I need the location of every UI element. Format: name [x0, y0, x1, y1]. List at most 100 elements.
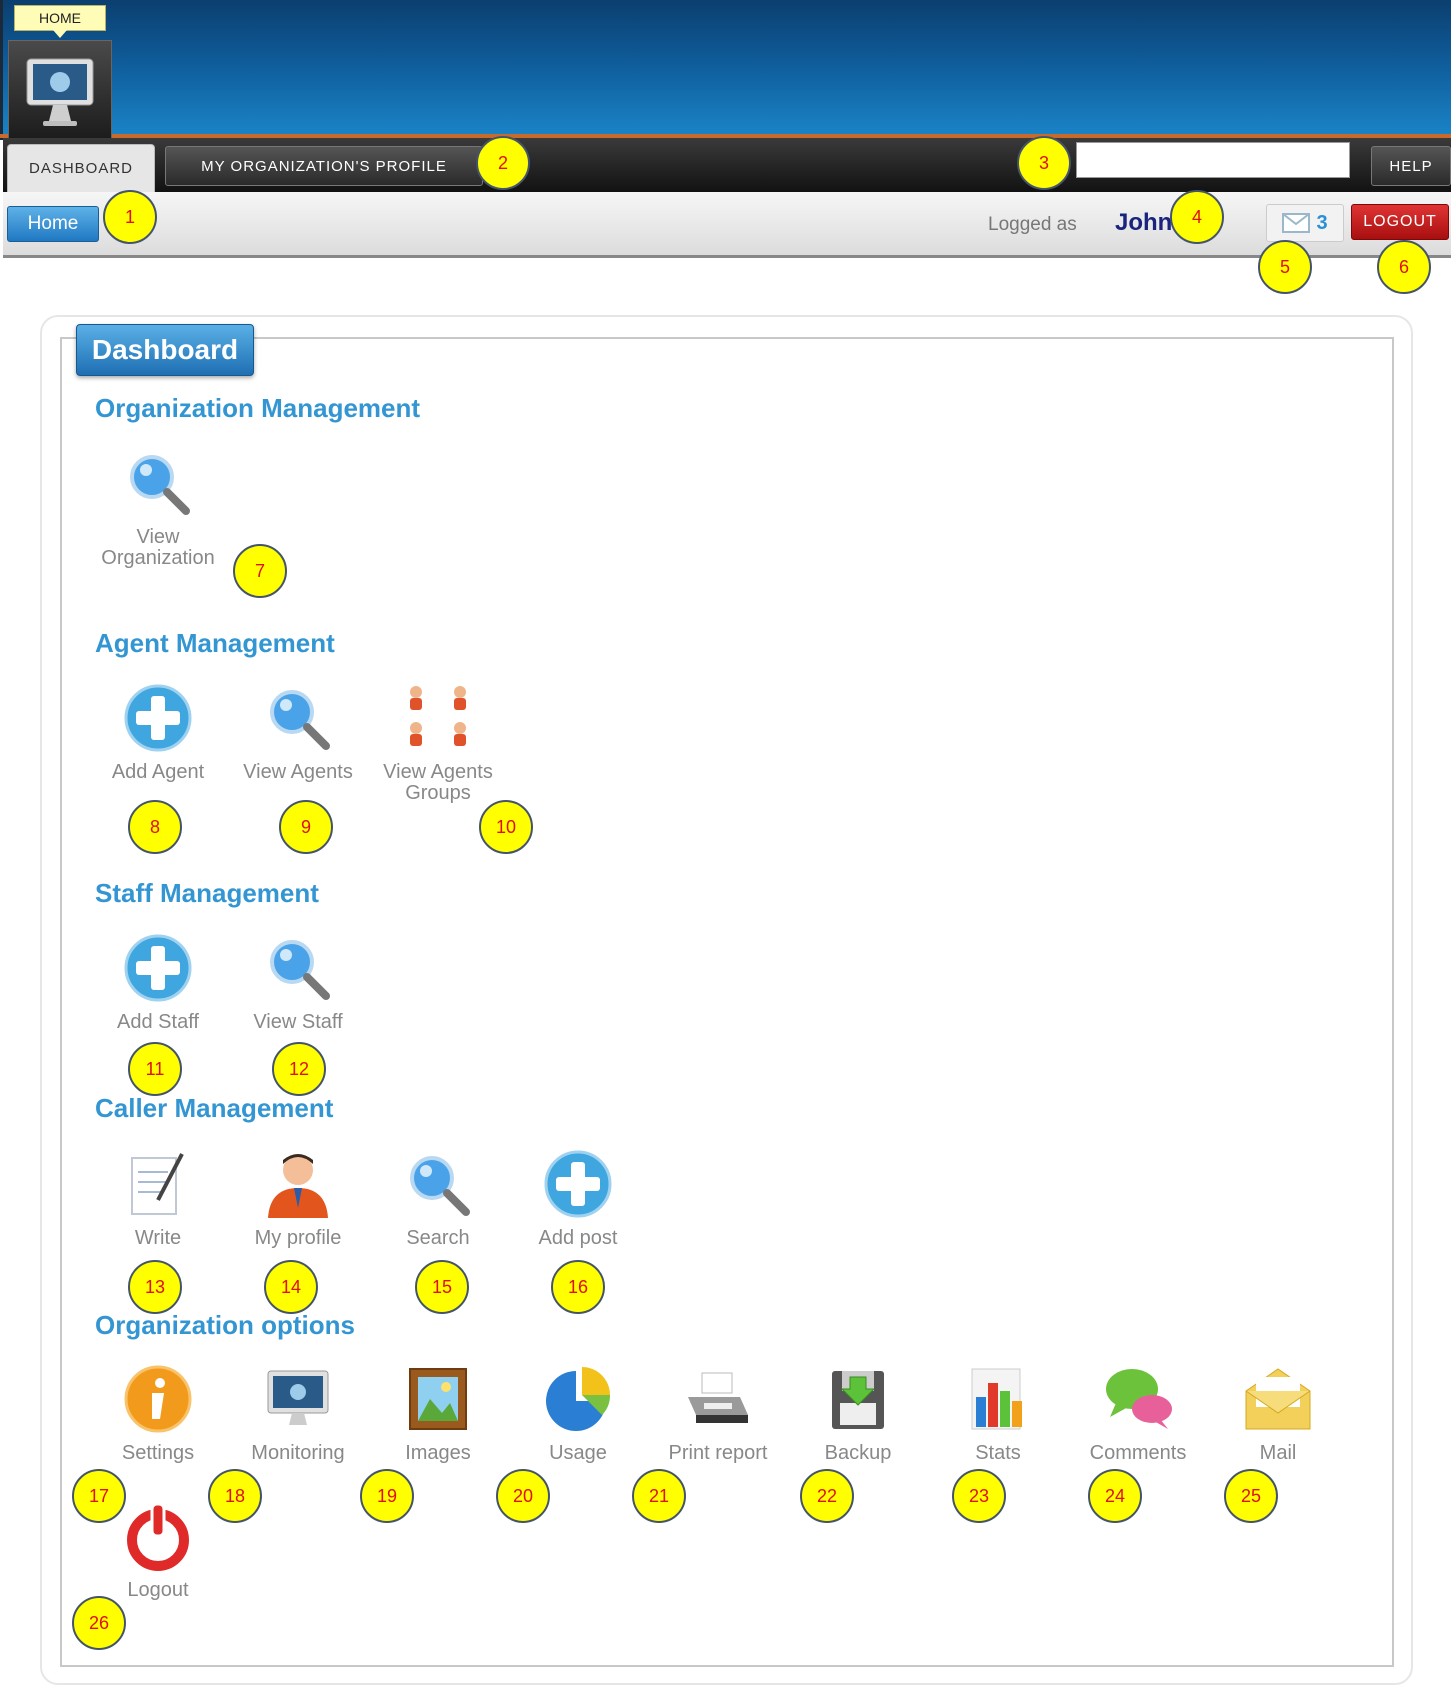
view-agents-item[interactable]: View Agents — [228, 682, 368, 783]
magnifier-icon — [262, 932, 334, 1004]
monitoring-label: Monitoring — [251, 1442, 345, 1464]
images-item[interactable]: Images — [368, 1363, 508, 1464]
print-report-item[interactable]: Print report — [648, 1363, 788, 1464]
marker-9: 9 — [279, 800, 333, 854]
add-post-item[interactable]: Add post — [508, 1148, 648, 1249]
messages-button[interactable]: 3 — [1266, 204, 1344, 242]
marker-21: 21 — [632, 1469, 686, 1523]
marker-16: 16 — [551, 1260, 605, 1314]
envelope-icon — [1282, 213, 1311, 233]
floppy-disk-icon — [822, 1363, 894, 1435]
view-organization-label-line2: Organization — [101, 547, 215, 569]
backup-label: Backup — [824, 1442, 892, 1464]
mail-label: Mail — [1259, 1442, 1297, 1464]
sub-toolbar: Home Logged as John 3 LOGOUT — [3, 192, 1451, 258]
section-title-caller-management: Caller Management — [95, 1093, 334, 1123]
picture-frame-icon — [402, 1363, 474, 1435]
marker-20: 20 — [496, 1469, 550, 1523]
marker-14: 14 — [264, 1260, 318, 1314]
home-tooltip: HOME — [14, 5, 106, 38]
add-agent-item[interactable]: Add Agent — [88, 682, 228, 783]
search-label: Search — [406, 1227, 470, 1249]
backup-item[interactable]: Backup — [788, 1363, 928, 1464]
my-profile-label: My profile — [254, 1227, 342, 1249]
add-plus-icon — [122, 932, 194, 1004]
magnifier-icon — [122, 447, 194, 519]
tab-dashboard[interactable]: DASHBOARD — [7, 144, 155, 192]
person-icon — [262, 1148, 334, 1220]
write-item[interactable]: Write — [88, 1148, 228, 1249]
monitor-icon — [262, 1363, 334, 1435]
view-organization-item[interactable]: View Organization — [88, 447, 228, 569]
user-name[interactable]: John — [1115, 209, 1172, 237]
marker-24: 24 — [1088, 1469, 1142, 1523]
logout-button[interactable]: LOGOUT — [1351, 204, 1449, 240]
write-label: Write — [134, 1227, 182, 1249]
stats-label: Stats — [975, 1442, 1021, 1464]
monitor-icon — [26, 58, 94, 126]
speech-bubbles-icon — [1102, 1363, 1174, 1435]
add-staff-label: Add Staff — [117, 1011, 199, 1033]
view-agents-groups-label-line2: Groups — [405, 782, 471, 804]
marker-8: 8 — [128, 800, 182, 854]
main-nav: DASHBOARD MY ORGANIZATION'S PROFILE HELP — [3, 138, 1451, 192]
marker-22: 22 — [800, 1469, 854, 1523]
marker-15: 15 — [415, 1260, 469, 1314]
pie-chart-icon — [542, 1363, 614, 1435]
marker-18: 18 — [208, 1469, 262, 1523]
marker-2: 2 — [476, 136, 530, 190]
marker-10: 10 — [479, 800, 533, 854]
user-group-icon — [402, 682, 474, 754]
view-staff-label: View Staff — [253, 1011, 343, 1033]
images-label: Images — [405, 1442, 471, 1464]
my-profile-item[interactable]: My profile — [228, 1148, 368, 1249]
view-organization-label-line1: View — [136, 526, 180, 548]
logout-label: Logout — [127, 1579, 189, 1601]
search-item[interactable]: Search — [368, 1148, 508, 1249]
stats-item[interactable]: Stats — [928, 1363, 1068, 1464]
magnifier-icon — [402, 1148, 474, 1220]
pen-paper-icon — [122, 1148, 194, 1220]
envelope-icon — [1242, 1363, 1314, 1435]
marker-17: 17 — [72, 1469, 126, 1523]
marker-7: 7 — [233, 544, 287, 598]
comments-label: Comments — [1089, 1442, 1187, 1464]
print-report-label: Print report — [668, 1442, 768, 1464]
view-staff-item[interactable]: View Staff — [228, 932, 368, 1033]
home-button[interactable]: Home — [7, 206, 99, 242]
logged-as-label: Logged as — [988, 214, 1077, 235]
section-title-agent-management: Agent Management — [95, 628, 335, 658]
view-agents-groups-item[interactable]: View Agents Groups — [368, 682, 508, 804]
add-plus-icon — [542, 1148, 614, 1220]
settings-item[interactable]: Settings — [88, 1363, 228, 1464]
section-title-organization-options: Organization options — [95, 1310, 355, 1340]
bar-chart-icon — [962, 1363, 1034, 1435]
marker-25: 25 — [1224, 1469, 1278, 1523]
add-staff-item[interactable]: Add Staff — [88, 932, 228, 1033]
marker-12: 12 — [272, 1042, 326, 1096]
add-agent-label: Add Agent — [111, 761, 205, 783]
marker-26: 26 — [72, 1596, 126, 1650]
comments-item[interactable]: Comments — [1068, 1363, 1208, 1464]
search-input[interactable] — [1076, 142, 1350, 178]
view-agents-groups-label-line1: View Agents — [383, 761, 493, 783]
add-plus-icon — [122, 682, 194, 754]
add-post-label: Add post — [538, 1227, 618, 1249]
usage-item[interactable]: Usage — [508, 1363, 648, 1464]
marker-6: 6 — [1377, 240, 1431, 294]
marker-19: 19 — [360, 1469, 414, 1523]
mail-item[interactable]: Mail — [1208, 1363, 1348, 1464]
monitoring-item[interactable]: Monitoring — [228, 1363, 368, 1464]
power-icon — [122, 1500, 194, 1572]
home-logo-tile[interactable] — [8, 40, 112, 140]
message-count-badge: 3 — [1316, 211, 1328, 234]
marker-3: 3 — [1017, 136, 1071, 190]
settings-label: Settings — [121, 1442, 195, 1464]
help-button[interactable]: HELP — [1371, 146, 1451, 186]
marker-13: 13 — [128, 1260, 182, 1314]
marker-5: 5 — [1258, 240, 1312, 294]
magnifier-icon — [262, 682, 334, 754]
info-icon — [122, 1363, 194, 1435]
view-agents-label: View Agents — [243, 761, 353, 783]
tab-my-organization-profile[interactable]: MY ORGANIZATION'S PROFILE — [165, 146, 483, 186]
